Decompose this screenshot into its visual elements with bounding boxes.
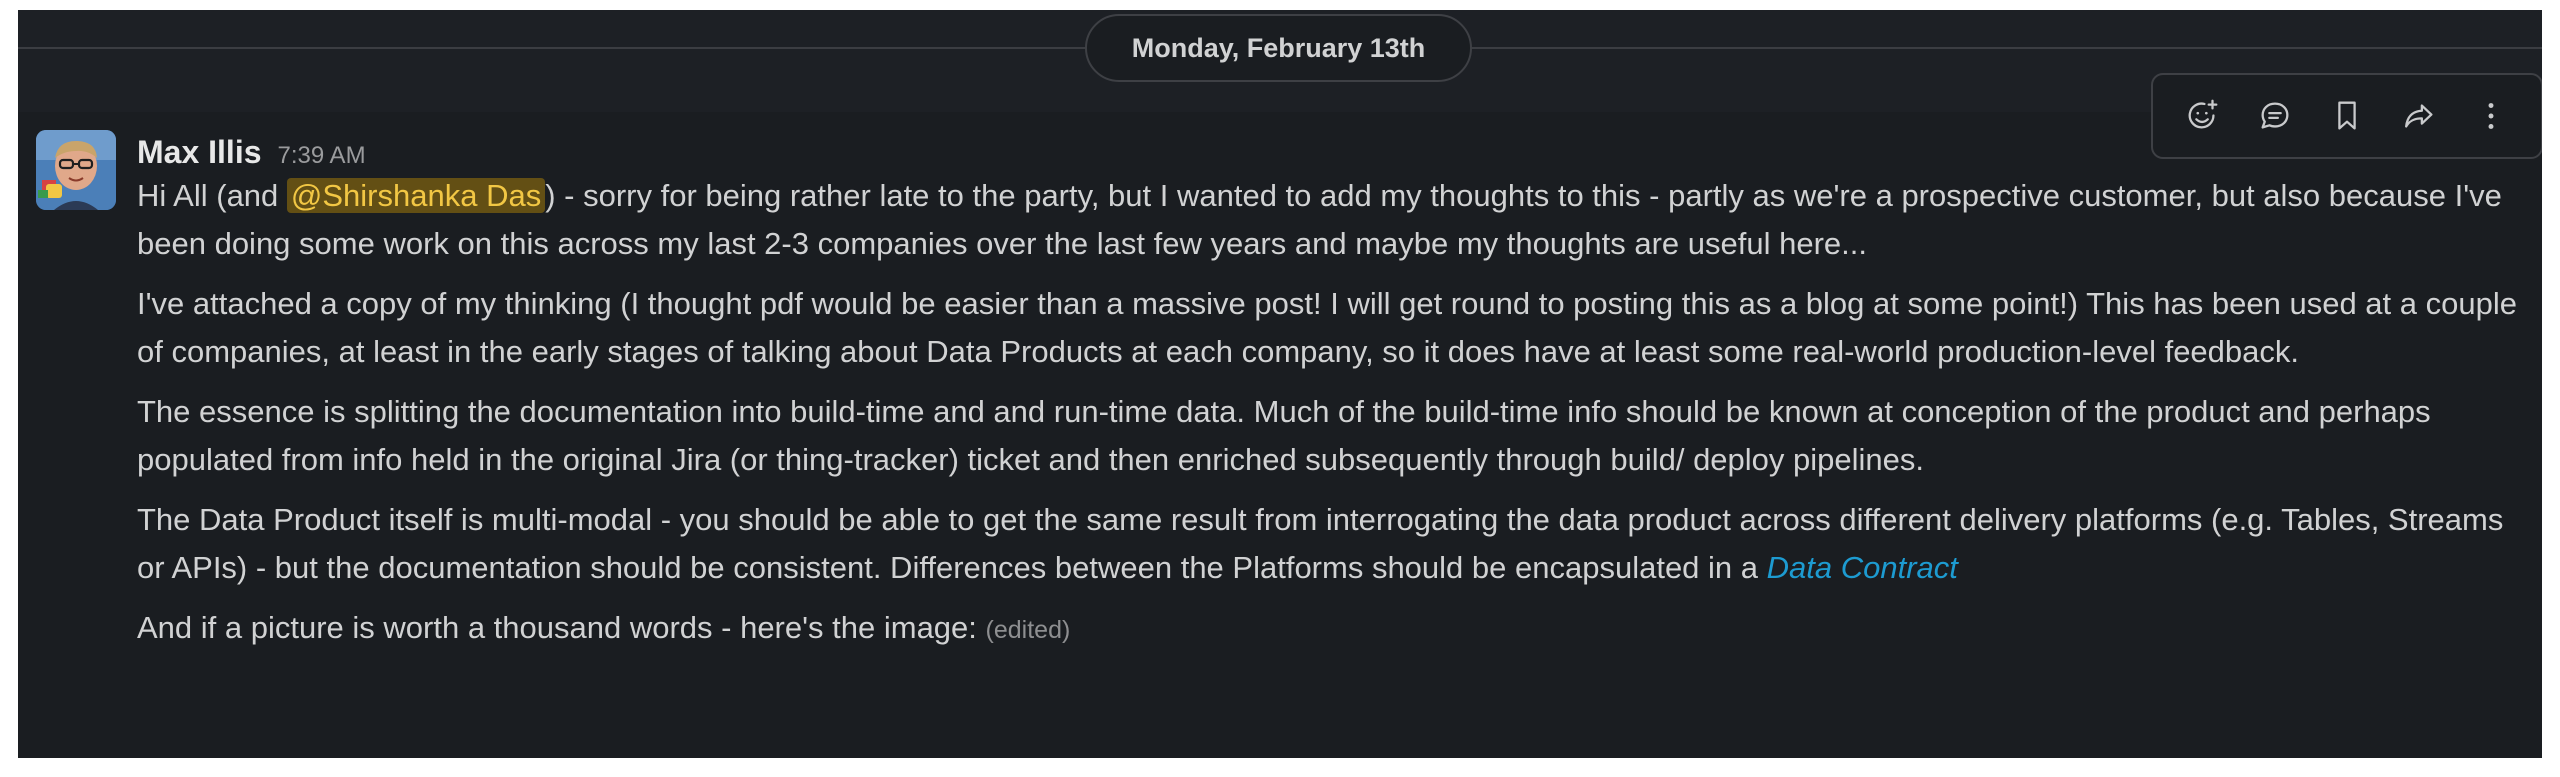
reply-in-thread-button[interactable] bbox=[2246, 87, 2304, 145]
paragraph-5-text: And if a picture is worth a thousand wor… bbox=[137, 610, 986, 645]
message-pane: Monday, February 13th Max Illis 7:39 AM … bbox=[18, 10, 2542, 758]
data-contract-link[interactable]: Data Contract bbox=[1767, 550, 1958, 585]
paragraph-4-text: The Data Product itself is multi-modal -… bbox=[137, 502, 2504, 585]
author-name[interactable]: Max Illis bbox=[137, 128, 262, 176]
edited-indicator: (edited) bbox=[985, 616, 1071, 644]
share-message-button[interactable] bbox=[2390, 87, 2448, 145]
message-paragraph-2: I've attached a copy of my thinking (I t… bbox=[137, 286, 2517, 369]
message-body: Max Illis 7:39 AM Hi All (and @Shirshank… bbox=[137, 128, 2537, 666]
speech-bubble-icon bbox=[2261, 102, 2289, 129]
bookmark-icon bbox=[2338, 101, 2356, 130]
forward-arrow-icon bbox=[2405, 104, 2433, 128]
date-label: Monday, February 13th bbox=[1131, 32, 1426, 63]
emoji-add-icon bbox=[2188, 99, 2218, 129]
message-paragraph-4: The Data Product itself is multi-modal -… bbox=[137, 496, 2537, 592]
add-reaction-button[interactable] bbox=[2174, 87, 2232, 145]
message-paragraph-5: And if a picture is worth a thousand wor… bbox=[137, 604, 2537, 654]
avatar-photo bbox=[36, 130, 116, 210]
message-actions-toolbar bbox=[2151, 73, 2542, 159]
save-for-later-button[interactable] bbox=[2318, 87, 2376, 145]
user-mention[interactable]: @Shirshanka Das bbox=[286, 178, 546, 213]
paragraph-1-start: Hi All (and bbox=[137, 178, 287, 213]
date-divider-pill[interactable]: Monday, February 13th bbox=[1085, 14, 1472, 82]
vertical-dots-icon bbox=[2488, 103, 2494, 129]
more-actions-button[interactable] bbox=[2462, 87, 2520, 145]
message-paragraph-1: Hi All (and @Shirshanka Das) - sorry for… bbox=[137, 172, 2537, 268]
message-paragraph-3: The essence is splitting the documentati… bbox=[137, 394, 2431, 477]
avatar[interactable] bbox=[36, 130, 116, 210]
